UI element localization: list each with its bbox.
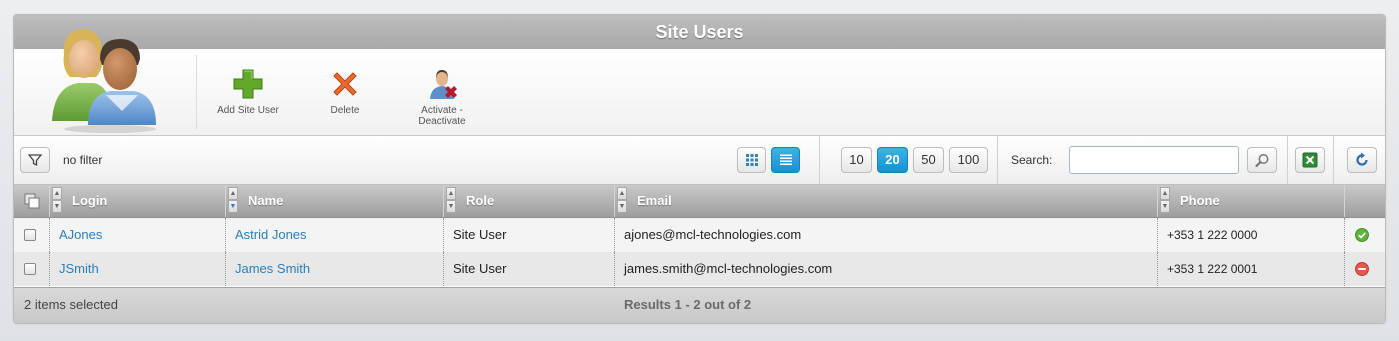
toolbar-separator — [819, 136, 820, 184]
grid-view-button[interactable] — [737, 147, 766, 173]
grid-footer: 2 items selected Results 1 - 2 out of 2 — [14, 287, 1385, 323]
column-label: Login — [72, 193, 108, 208]
column-label: Name — [248, 193, 284, 208]
list-view-button[interactable] — [771, 147, 800, 173]
page-size-20[interactable]: 20 — [877, 147, 908, 173]
email-cell: james.smith@mcl-technologies.com — [614, 252, 1157, 286]
column-label: Email — [637, 193, 672, 208]
email-cell: ajones@mcl-technologies.com — [614, 218, 1157, 252]
role-cell: Site User — [443, 252, 614, 286]
toolbar-separator — [997, 136, 998, 184]
select-all-column — [14, 185, 49, 217]
delete-label: Delete — [330, 105, 360, 116]
refresh-icon — [1356, 152, 1368, 166]
row-checkbox[interactable] — [24, 229, 36, 241]
filter-status-text: no filter — [63, 153, 103, 167]
column-header-phone[interactable]: ▲ ▼ Phone — [1157, 185, 1344, 217]
sort-control[interactable]: ▲ ▼ — [228, 187, 238, 214]
row-select-cell — [14, 252, 49, 286]
ribbon-separator — [196, 55, 197, 129]
row-checkbox[interactable] — [24, 263, 36, 275]
site-users-panel: Site Users Add Site User Delete Activate… — [13, 14, 1386, 324]
column-header-name[interactable]: ▲ ▼ Name — [225, 185, 443, 217]
page-size-50[interactable]: 50 — [913, 147, 944, 173]
toolbar-separator — [1287, 136, 1288, 184]
activate-label-line1: Activate - — [421, 105, 463, 116]
search-label: Search: — [1011, 153, 1053, 167]
page-size-100[interactable]: 100 — [949, 147, 988, 173]
add-site-user-button[interactable]: Add Site User — [210, 49, 286, 135]
users-group-icon — [52, 29, 156, 133]
user-deactivate-icon — [430, 70, 457, 99]
login-link[interactable]: AJones — [49, 218, 225, 252]
column-label: Phone — [1180, 193, 1220, 208]
grid-header: ▲ ▼ Login ▲ ▼ Name ▲ ▼ Role ▲ ▼ Email ▲ ▼ Pho… — [14, 185, 1385, 218]
activate-deactivate-label: Activate - Deactivate — [404, 105, 480, 127]
select-all-icon[interactable] — [24, 193, 40, 209]
row-select-cell — [14, 218, 49, 252]
table-row[interactable]: JSmith James Smith Site User james.smith… — [14, 252, 1385, 286]
ribbon-toolbar: Add Site User Delete Activate - Deactiva… — [14, 29, 1385, 136]
check-circle-icon — [1355, 228, 1369, 242]
column-header-status — [1344, 185, 1385, 217]
minus-circle-icon — [1355, 262, 1369, 276]
excel-export-icon — [1302, 152, 1318, 168]
plus-icon — [233, 69, 263, 99]
search-input[interactable] — [1069, 146, 1239, 174]
grid-toolbar: no filter 10 20 50 100 Search: — [14, 136, 1385, 185]
column-header-login[interactable]: ▲ ▼ Login — [49, 185, 225, 217]
grid-view-icon — [745, 154, 758, 166]
column-label: Role — [466, 193, 495, 208]
toolbar-separator — [1333, 136, 1334, 184]
sort-control[interactable]: ▲ ▼ — [1160, 187, 1170, 214]
phone-cell: +353 1 222 0001 — [1157, 252, 1344, 286]
column-header-role[interactable]: ▲ ▼ Role — [443, 185, 614, 217]
list-view-icon — [779, 154, 792, 165]
sort-control[interactable]: ▲ ▼ — [446, 187, 456, 214]
activate-deactivate-button[interactable]: Activate - Deactivate — [404, 49, 480, 135]
delete-x-icon — [333, 72, 357, 96]
table-row[interactable]: AJones Astrid Jones Site User ajones@mcl… — [14, 218, 1385, 252]
filter-button[interactable] — [20, 147, 50, 173]
column-header-email[interactable]: ▲ ▼ Email — [614, 185, 1157, 217]
add-site-user-label: Add Site User — [217, 105, 279, 116]
filter-icon — [27, 154, 43, 167]
phone-cell: +353 1 222 0000 — [1157, 218, 1344, 252]
page-size-10[interactable]: 10 — [841, 147, 872, 173]
panel-title: Site Users — [14, 15, 1385, 49]
role-cell: Site User — [443, 218, 614, 252]
sort-control[interactable]: ▲ ▼ — [52, 187, 62, 214]
search-button[interactable] — [1247, 147, 1277, 173]
name-link[interactable]: James Smith — [225, 252, 443, 286]
magnifier-icon — [1254, 154, 1268, 168]
login-link[interactable]: JSmith — [49, 252, 225, 286]
results-summary-text: Results 1 - 2 out of 2 — [624, 297, 752, 312]
export-excel-button[interactable] — [1295, 147, 1325, 173]
selected-count-text: 2 items selected — [24, 297, 118, 312]
refresh-button[interactable] — [1347, 147, 1377, 173]
activate-label-line2: Deactivate — [418, 116, 466, 127]
name-link[interactable]: Astrid Jones — [225, 218, 443, 252]
delete-button[interactable]: Delete — [312, 49, 378, 135]
sort-control[interactable]: ▲ ▼ — [617, 187, 627, 214]
